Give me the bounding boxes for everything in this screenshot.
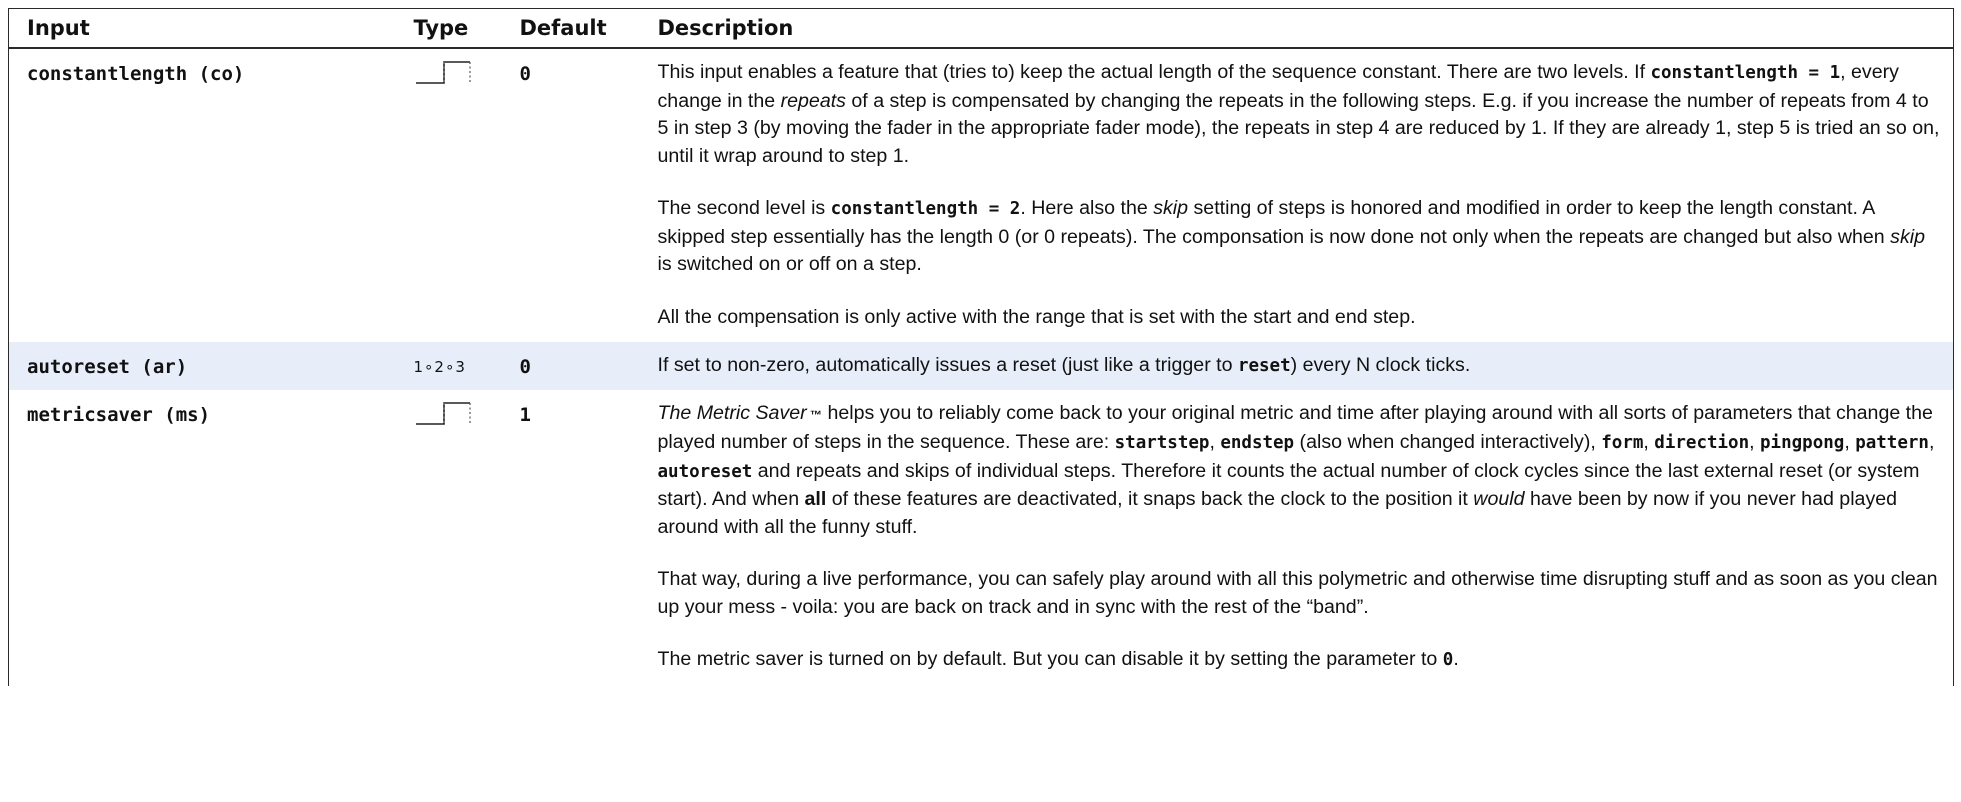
text-run: of these features are deactivated, it sn… xyxy=(826,488,1474,510)
inline-code: endstep xyxy=(1220,433,1295,453)
inline-code: autoreset xyxy=(657,461,753,482)
default-value: 0 xyxy=(519,63,531,85)
text-run: The second level is xyxy=(657,197,831,219)
type-cell xyxy=(396,48,502,342)
description-paragraph: If set to non-zero, automatically issues… xyxy=(658,352,1944,381)
emphasis-text: repeats xyxy=(780,89,846,112)
type-cell: 1∘2∘3 xyxy=(395,342,502,390)
input-name: metricsaver (ms) xyxy=(27,403,211,426)
text-run: (also when changed interactively), xyxy=(1294,431,1602,453)
text-run: , xyxy=(1844,431,1856,453)
integer-icon: 1∘2∘3 xyxy=(413,358,466,376)
inline-code: pattern xyxy=(1855,433,1929,453)
emphasis-text: The Metric Saver xyxy=(657,401,807,424)
inline-code: 0 xyxy=(1442,650,1454,670)
description-paragraph: That way, during a live performance, you… xyxy=(658,566,1944,621)
parameter-table: Input Type Default Description constantl… xyxy=(8,8,1954,686)
text-run: all xyxy=(804,488,827,510)
description-paragraph: The second level is constantlength = 2. … xyxy=(658,195,1944,279)
header-type: Type xyxy=(395,8,502,49)
text-run: . Here also the xyxy=(1020,197,1154,219)
gate-icon xyxy=(415,61,471,84)
description-cell: This input enables a feature that (tries… xyxy=(640,48,1954,342)
default-value: 1 xyxy=(519,403,531,426)
table-row: constantlength (co) 0 This input enables a… xyxy=(9,48,1954,342)
text-run: This input enables a feature that (tries… xyxy=(657,61,1651,83)
inline-code: startstep xyxy=(1114,433,1210,453)
table-body: constantlength (co) 0 This input enables a… xyxy=(8,48,1954,686)
description-paragraph: The metric saver is turned on by default… xyxy=(658,646,1944,675)
emphasis-text: would xyxy=(1473,488,1525,510)
type-cell xyxy=(396,390,502,686)
description-cell: If set to non-zero, automatically issues… xyxy=(639,342,1954,390)
header-input: Input xyxy=(8,8,396,49)
text-run: , xyxy=(1643,431,1655,453)
text-run: All the compensation is only active with… xyxy=(657,305,1416,328)
input-name: autoreset (ar) xyxy=(8,342,396,390)
emphasis-text: skip xyxy=(1153,197,1189,219)
default-value: 0 xyxy=(501,342,640,390)
text-run: . xyxy=(1453,648,1459,670)
inline-code: pingpong xyxy=(1760,433,1845,453)
table-row: metricsaver (ms) 1 The Metric Saver ™ help… xyxy=(9,390,1954,686)
header-description: Description xyxy=(639,8,1954,49)
trademark-mark: ™ xyxy=(806,407,823,422)
text-run: The metric saver is turned on by default… xyxy=(657,648,1443,670)
description-paragraph: All the compensation is only active with… xyxy=(658,304,1944,332)
header-default: Default xyxy=(501,8,640,49)
inline-code: direction xyxy=(1654,433,1750,453)
text-run: ) every N clock ticks. xyxy=(1290,354,1471,376)
description-cell: The Metric Saver ™ helps you to reliably… xyxy=(640,390,1954,686)
text-run: of a step is compensated by changing the… xyxy=(657,89,1940,167)
text-run: is switched on or off on a step. xyxy=(657,253,922,275)
text-run: If set to non-zero, automatically issues… xyxy=(657,354,1238,376)
text-run: , xyxy=(1209,431,1221,453)
emphasis-text: skip xyxy=(1890,225,1926,248)
description-paragraph: This input enables a feature that (tries… xyxy=(658,59,1944,170)
inline-code: constantlength = 1 xyxy=(1650,63,1841,83)
header-row: Input Type Default Description xyxy=(8,8,1954,49)
gate-icon xyxy=(415,401,471,425)
inline-code: form xyxy=(1601,433,1644,453)
text-run: , xyxy=(1928,431,1935,453)
inline-code: reset xyxy=(1237,356,1291,376)
description-paragraph: The Metric Saver ™ helps you to reliably… xyxy=(658,400,1944,542)
input-name: constantlength (co) xyxy=(27,63,245,85)
text-run: That way, during a live performance, you… xyxy=(657,568,1938,618)
inline-code: constantlength = 2 xyxy=(830,199,1021,219)
table-row: autoreset (ar) 1∘2∘3 0 If set to non-zero, … xyxy=(8,342,1954,390)
text-run: , xyxy=(1749,431,1761,453)
